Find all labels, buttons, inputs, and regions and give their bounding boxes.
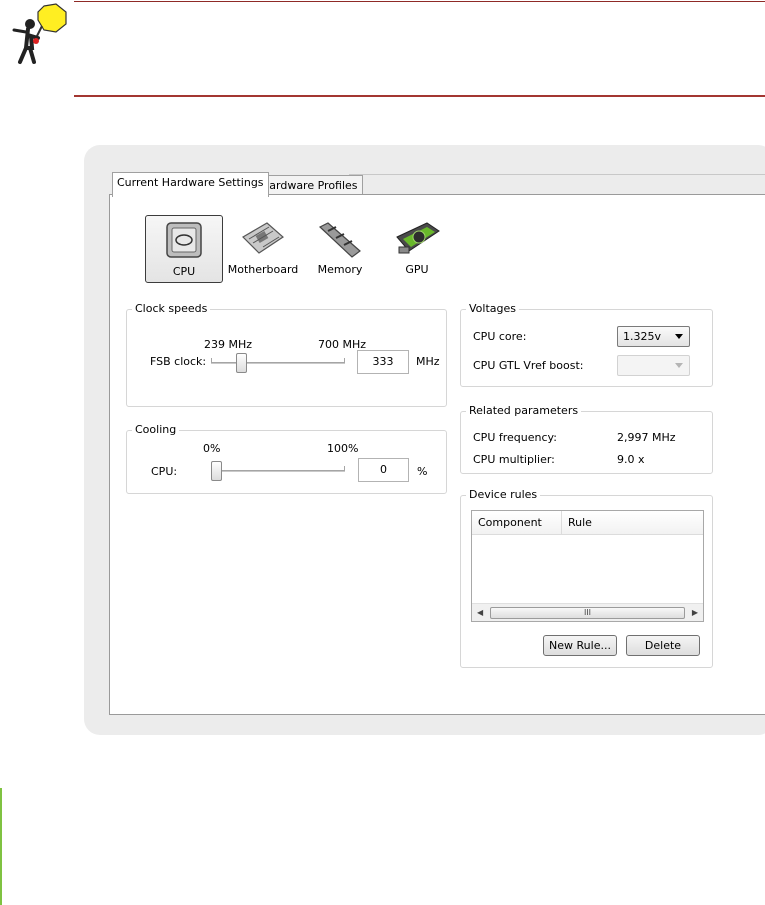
cpu-core-value: 1.325v [623, 330, 662, 343]
chevron-down-icon [675, 334, 683, 339]
motherboard-icon [242, 222, 284, 254]
cpu-core-select[interactable]: 1.325v [617, 326, 690, 347]
scroll-right-icon[interactable]: ▶ [692, 608, 698, 617]
device-memory-label: Memory [317, 263, 363, 276]
fsb-clock-input[interactable]: 333 [357, 350, 409, 374]
cooling-min-label: 0% [203, 442, 221, 455]
column-header-component[interactable]: Component [472, 511, 562, 535]
cpu-multiplier-label: CPU multiplier: [473, 453, 555, 466]
cooling-title: Cooling [132, 423, 180, 436]
clock-speeds-title: Clock speeds [132, 302, 211, 315]
device-rules-table[interactable]: Component Rule ◀ III ▶ [471, 510, 704, 622]
cooling-slider-track[interactable] [211, 470, 345, 472]
device-cpu-label: CPU [172, 265, 196, 278]
gpu-icon [396, 222, 440, 254]
device-cpu[interactable]: CPU [145, 215, 223, 283]
delete-button[interactable]: Delete [626, 635, 700, 656]
device-rules-title: Device rules [466, 488, 541, 501]
fsb-slider-track[interactable] [211, 362, 345, 364]
voltages-title: Voltages [466, 302, 519, 315]
cooling-cpu-input[interactable]: 0 [358, 458, 409, 482]
caution-figure-icon [12, 3, 67, 64]
chevron-down-icon [675, 363, 683, 368]
device-gpu-label: GPU [405, 263, 429, 276]
fsb-clock-label: FSB clock: [150, 355, 207, 368]
gtl-vref-select[interactable] [617, 355, 690, 376]
cooling-max-label: 100% [327, 442, 359, 455]
device-motherboard-label: Motherboard [227, 263, 299, 276]
note-bottom-rule [74, 95, 765, 97]
scroll-left-icon[interactable]: ◀ [477, 608, 483, 617]
memory-icon [318, 222, 361, 258]
side-accent-bar [0, 788, 2, 905]
cpu-frequency-value: 2,997 MHz [617, 431, 676, 444]
cooling-unit-label: % [417, 465, 428, 478]
cooling-slider-thumb[interactable] [211, 461, 222, 481]
scrollbar-thumb[interactable]: III [490, 607, 685, 619]
cpu-core-label: CPU core: [473, 330, 527, 343]
device-rules-scrollbar[interactable]: ◀ III ▶ [472, 603, 703, 621]
fsb-min-label: 239 MHz [204, 338, 253, 351]
fsb-slider-thumb[interactable] [235, 353, 247, 373]
new-rule-button[interactable]: New Rule... [543, 635, 617, 656]
note-top-rule [74, 1, 765, 2]
gtl-vref-label: CPU GTL Vref boost: [473, 359, 584, 372]
cpu-multiplier-value: 9.0 x [617, 453, 645, 466]
device-motherboard[interactable]: Motherboard [225, 217, 301, 283]
fsb-unit-label: MHz [416, 355, 440, 368]
cpu-icon [166, 222, 202, 258]
device-gpu[interactable]: GPU [389, 217, 445, 283]
column-header-rule[interactable]: Rule [562, 511, 703, 535]
cooling-cpu-label: CPU: [151, 465, 178, 478]
scrollbar-grip: III [583, 608, 592, 617]
tab-strip [349, 174, 765, 194]
cpu-frequency-label: CPU frequency: [473, 431, 557, 444]
tab-current-hardware-settings[interactable]: Current Hardware Settings [112, 172, 269, 197]
device-memory[interactable]: Memory [312, 217, 368, 283]
related-parameters-title: Related parameters [466, 404, 582, 417]
